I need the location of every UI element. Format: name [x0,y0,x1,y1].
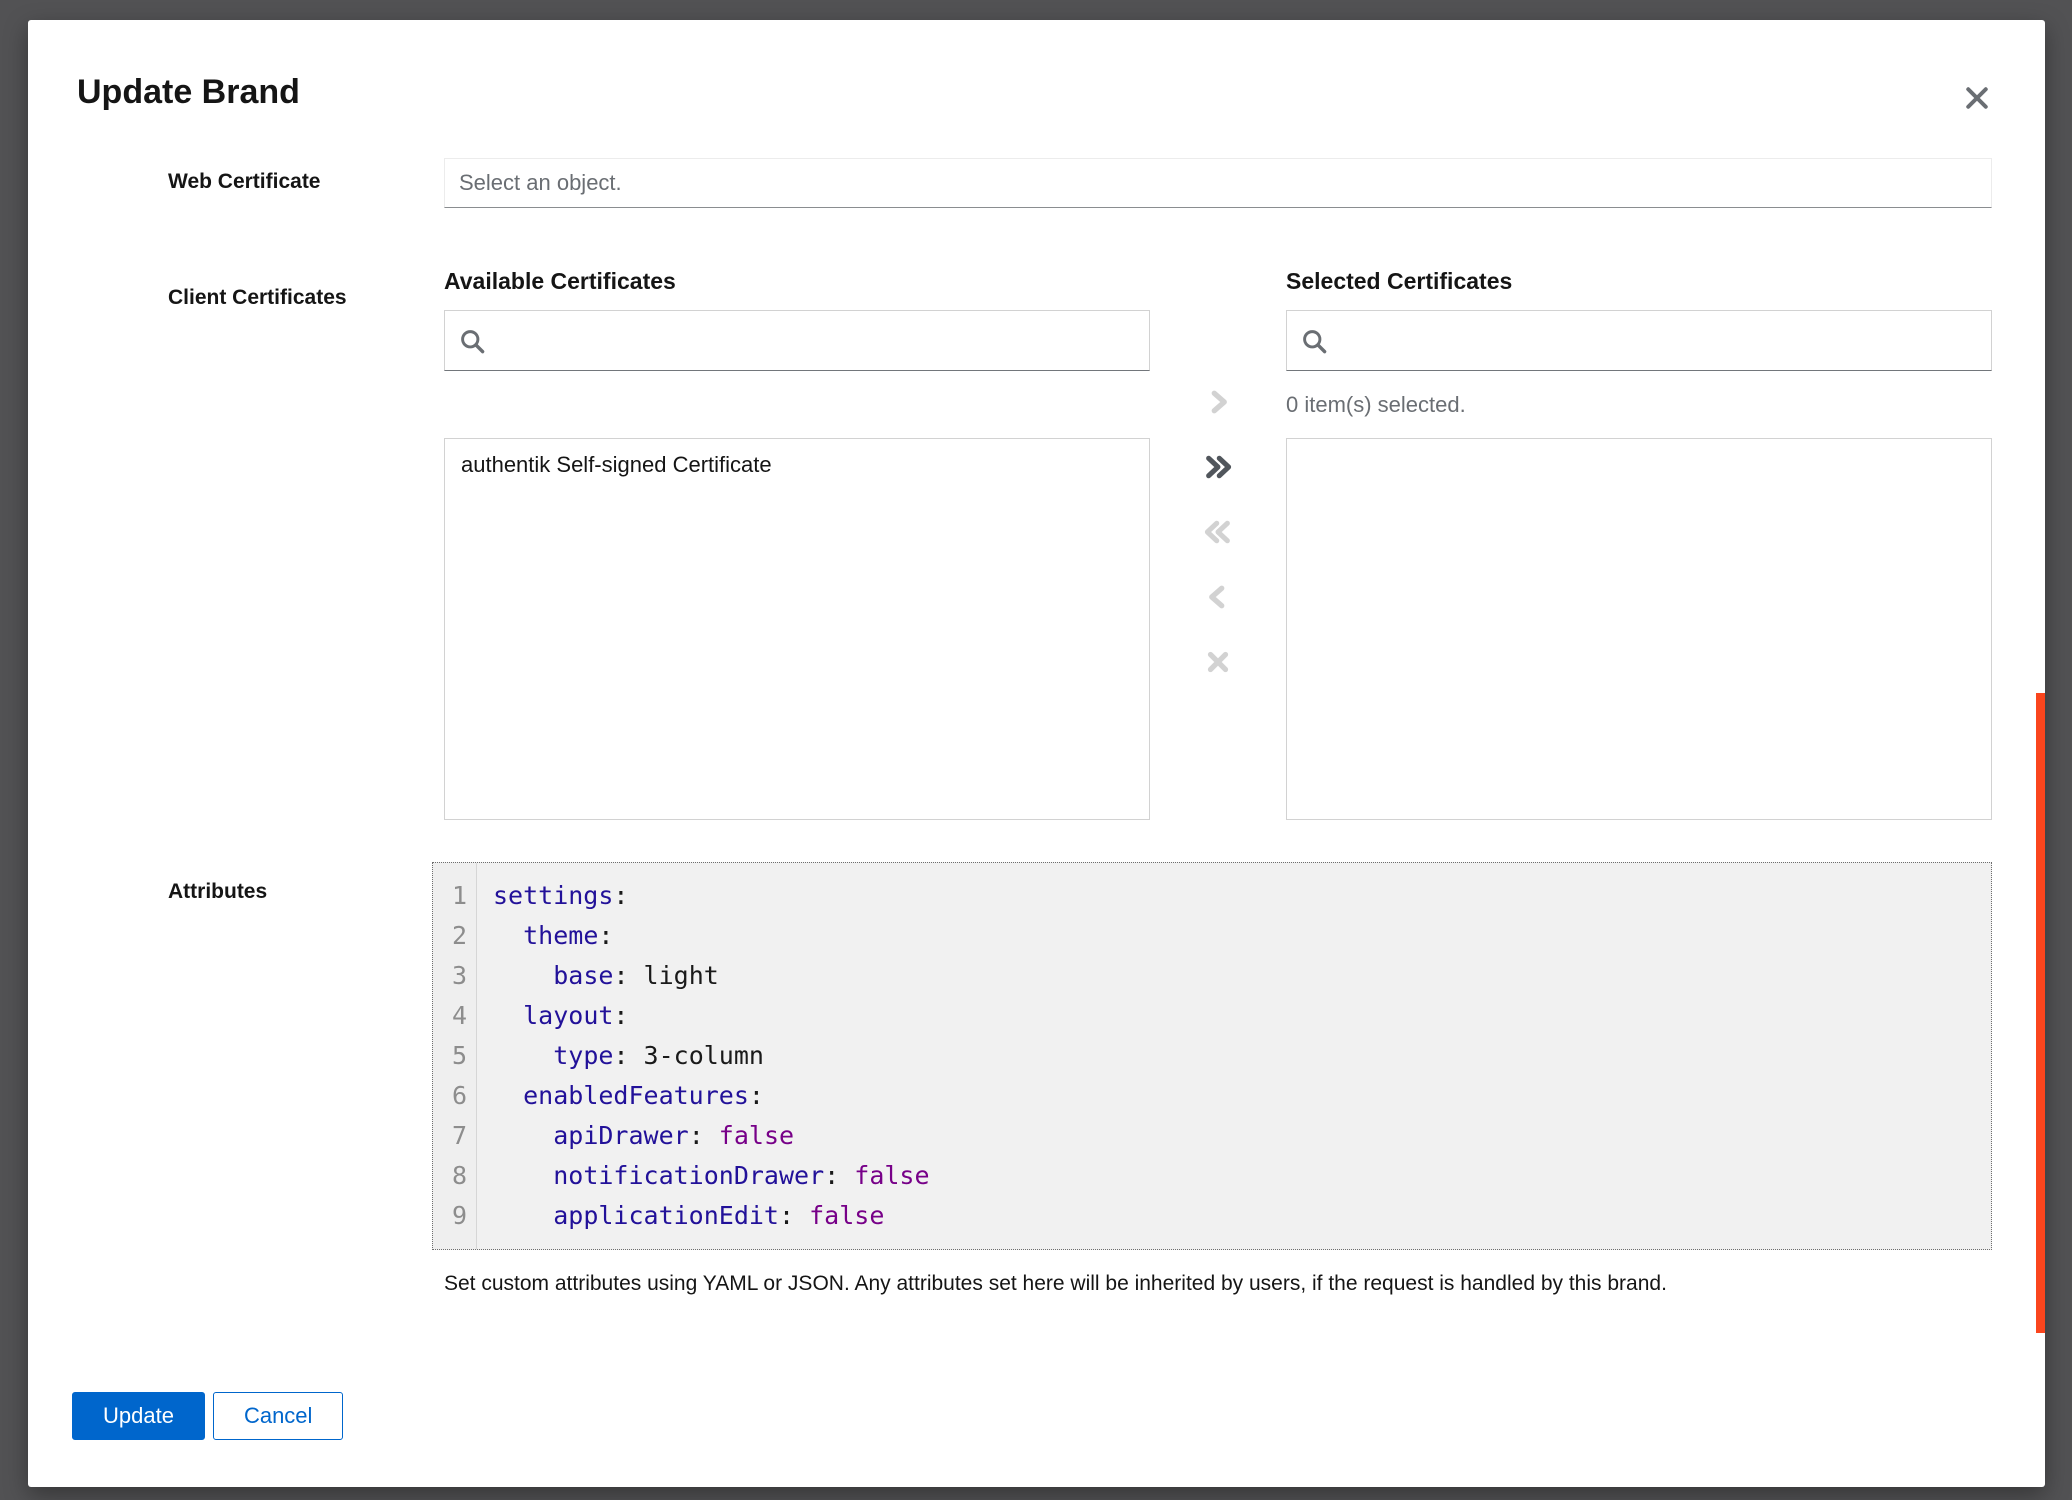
code-line: enabledFeatures: [493,1076,1991,1116]
client-certificates-label: Client Certificates [168,266,444,820]
selected-search-input[interactable] [1337,311,1991,370]
angle-right-icon [1203,387,1233,417]
move-selected-left-button[interactable] [1198,577,1238,617]
attributes-row: Attributes 123456789 settings: theme: ba… [168,862,1992,1298]
move-all-right-button[interactable] [1198,447,1238,487]
code-line-number: 4 [433,996,467,1036]
available-list-spacer [444,371,1150,438]
close-button[interactable] [1961,82,1993,114]
code-line: layout: [493,996,1991,1036]
client-certificates-row: Client Certificates Available Certificat… [168,266,1992,820]
remove-selected-button[interactable] [1198,642,1238,682]
search-icon [1301,328,1328,355]
move-all-left-button[interactable] [1198,512,1238,552]
code-line-number: 2 [433,916,467,956]
code-line-number: 1 [433,876,467,916]
search-icon [459,328,486,355]
code-line-numbers: 123456789 [433,863,477,1249]
attributes-field: 123456789 settings: theme: base: light l… [444,862,1992,1298]
code-line: base: light [493,956,1991,996]
close-icon [1963,84,1991,112]
code-line-number: 8 [433,1156,467,1196]
available-search-box [444,310,1150,371]
selected-search-box [1286,310,1992,371]
selected-certificates-list [1286,438,1992,820]
selected-certificates-panel: Selected Certificates 0 item(s) selected… [1286,266,1992,820]
code-line-number: 3 [433,956,467,996]
code-line: notificationDrawer: false [493,1156,1991,1196]
selected-count-text: 0 item(s) selected. [1286,371,1992,438]
move-selected-right-button[interactable] [1198,382,1238,422]
update-brand-modal: Update Brand Web Certificate Client Cert… [28,20,2045,1487]
available-certificates-header: Available Certificates [444,266,1150,296]
selected-certificates-header: Selected Certificates [1286,266,1992,296]
code-line: apiDrawer: false [493,1116,1991,1156]
code-line: theme: [493,916,1991,956]
update-button[interactable]: Update [72,1392,205,1440]
code-line: settings: [493,876,1991,916]
modal-footer: Update Cancel [72,1392,343,1440]
code-line: applicationEdit: false [493,1196,1991,1236]
cancel-button[interactable]: Cancel [213,1392,343,1440]
web-certificate-label: Web Certificate [168,158,444,208]
times-icon [1203,647,1233,677]
code-line-number: 9 [433,1196,467,1236]
code-line: type: 3-column [493,1036,1991,1076]
code-line-number: 6 [433,1076,467,1116]
web-certificate-row: Web Certificate [168,158,1992,208]
web-certificate-select[interactable] [444,158,1992,208]
certificate-list-item[interactable]: authentik Self-signed Certificate [445,439,1149,491]
angle-left-icon [1203,582,1233,612]
red-scroll-indicator[interactable] [2036,693,2045,1333]
available-search-input[interactable] [495,311,1149,370]
attributes-label: Attributes [168,862,444,1298]
available-certificates-panel: Available Certificates authentik Self-si… [444,266,1150,820]
angle-double-left-icon [1203,517,1233,547]
modal-title: Update Brand [77,70,300,114]
code-line-number: 7 [433,1116,467,1156]
dual-list-controls [1150,266,1286,820]
angle-double-right-icon [1203,452,1233,482]
available-certificates-list: authentik Self-signed Certificate [444,438,1150,820]
attributes-code-editor[interactable]: 123456789 settings: theme: base: light l… [432,862,1992,1250]
attributes-help-text: Set custom attributes using YAML or JSON… [444,1270,1992,1298]
code-line-number: 5 [433,1036,467,1076]
code-content[interactable]: settings: theme: base: light layout: typ… [477,863,1991,1249]
